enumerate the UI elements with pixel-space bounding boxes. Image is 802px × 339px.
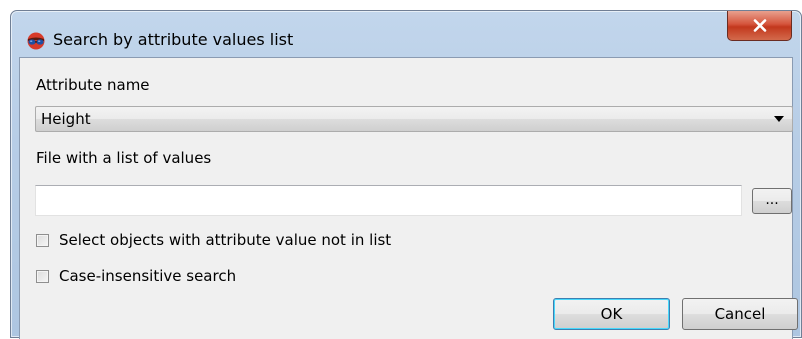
file-list-label: File with a list of values bbox=[36, 149, 212, 167]
ok-button[interactable]: OK bbox=[553, 298, 670, 330]
window-title: Search by attribute values list bbox=[53, 30, 294, 49]
dialog-window: Search by attribute values list Attribut… bbox=[10, 10, 802, 339]
dialog-body: Attribute name Height File with a list o… bbox=[19, 57, 798, 339]
not-in-list-option[interactable]: Select objects with attribute value not … bbox=[36, 231, 391, 249]
attribute-name-label: Attribute name bbox=[36, 76, 150, 94]
close-icon bbox=[753, 19, 766, 32]
close-button[interactable] bbox=[727, 11, 792, 41]
attribute-name-value: Height bbox=[41, 110, 91, 128]
case-insensitive-checkbox[interactable] bbox=[36, 269, 49, 283]
cancel-button[interactable]: Cancel bbox=[682, 298, 798, 330]
attribute-name-select[interactable]: Height bbox=[35, 106, 793, 132]
chevron-down-icon bbox=[774, 116, 784, 122]
browse-button[interactable]: ... bbox=[752, 188, 792, 214]
not-in-list-checkbox[interactable] bbox=[36, 233, 49, 247]
glasses-icon bbox=[27, 32, 45, 50]
case-insensitive-label: Case-insensitive search bbox=[59, 267, 237, 285]
case-insensitive-option[interactable]: Case-insensitive search bbox=[36, 267, 236, 285]
not-in-list-label: Select objects with attribute value not … bbox=[59, 231, 392, 249]
file-path-input[interactable] bbox=[35, 185, 742, 216]
title-bar[interactable]: Search by attribute values list bbox=[11, 11, 801, 57]
